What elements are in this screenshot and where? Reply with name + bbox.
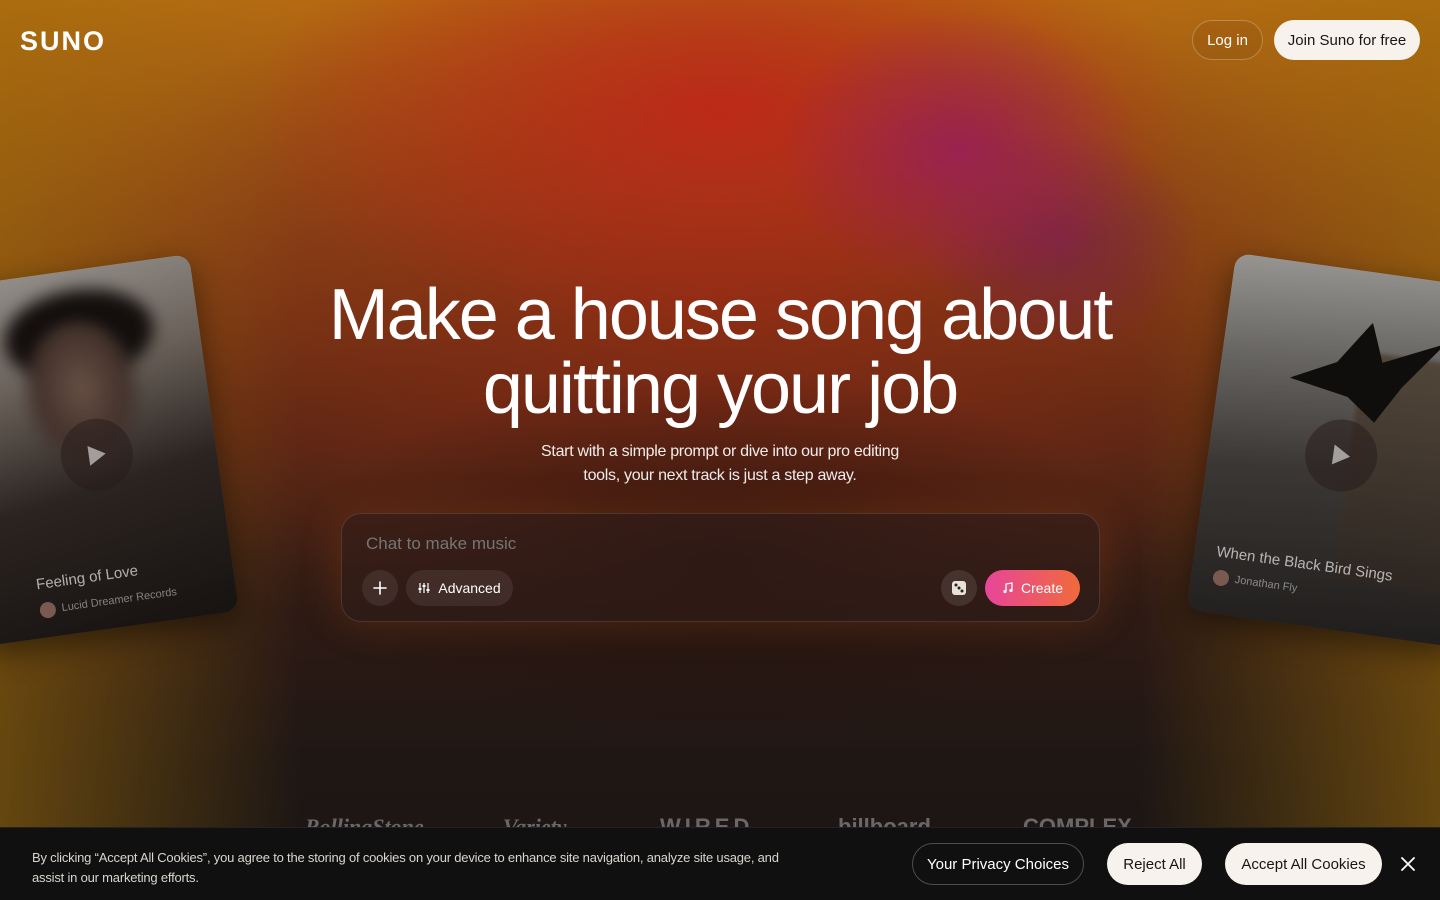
sliders-icon xyxy=(418,583,430,593)
create-label: Create xyxy=(1020,580,1064,596)
random-prompt-button[interactable] xyxy=(941,570,977,606)
hero-subtitle-line: Start with a simple prompt or dive into … xyxy=(541,443,899,460)
prompt-box: Advanced Create xyxy=(341,513,1100,622)
login-button[interactable]: Log in xyxy=(1192,20,1263,60)
advanced-button[interactable]: Advanced xyxy=(406,570,513,606)
add-button[interactable] xyxy=(362,570,398,606)
music-note-icon xyxy=(1003,582,1013,594)
suno-logo[interactable]: SUNO xyxy=(20,26,106,57)
create-button[interactable]: Create xyxy=(985,570,1080,606)
advanced-label: Advanced xyxy=(438,580,501,596)
close-icon[interactable] xyxy=(1396,852,1420,876)
join-button[interactable]: Join Suno for free xyxy=(1274,20,1420,60)
chat-input[interactable] xyxy=(366,534,926,554)
artist-avatar xyxy=(38,601,57,620)
hero-title-line: Make a house song about xyxy=(328,275,1114,355)
hero-title: Make a house song about quitting your jo… xyxy=(270,278,1170,426)
privacy-choices-button[interactable]: Your Privacy Choices xyxy=(912,843,1084,885)
reject-all-button[interactable]: Reject All xyxy=(1107,843,1202,885)
cookie-text: By clicking “Accept All Cookies”, you ag… xyxy=(32,850,779,885)
accept-all-cookies-button[interactable]: Accept All Cookies xyxy=(1225,843,1382,885)
dice-icon xyxy=(952,581,966,595)
artist-avatar xyxy=(1211,568,1231,588)
hero-subtitle-line: tools, your next track is just a step aw… xyxy=(583,467,857,484)
plus-icon xyxy=(373,581,387,595)
cookie-banner: By clicking “Accept All Cookies”, you ag… xyxy=(0,827,1440,900)
hero-subtitle: Start with a simple prompt or dive into … xyxy=(520,440,920,488)
hero-title-line: quitting your job xyxy=(482,349,959,429)
